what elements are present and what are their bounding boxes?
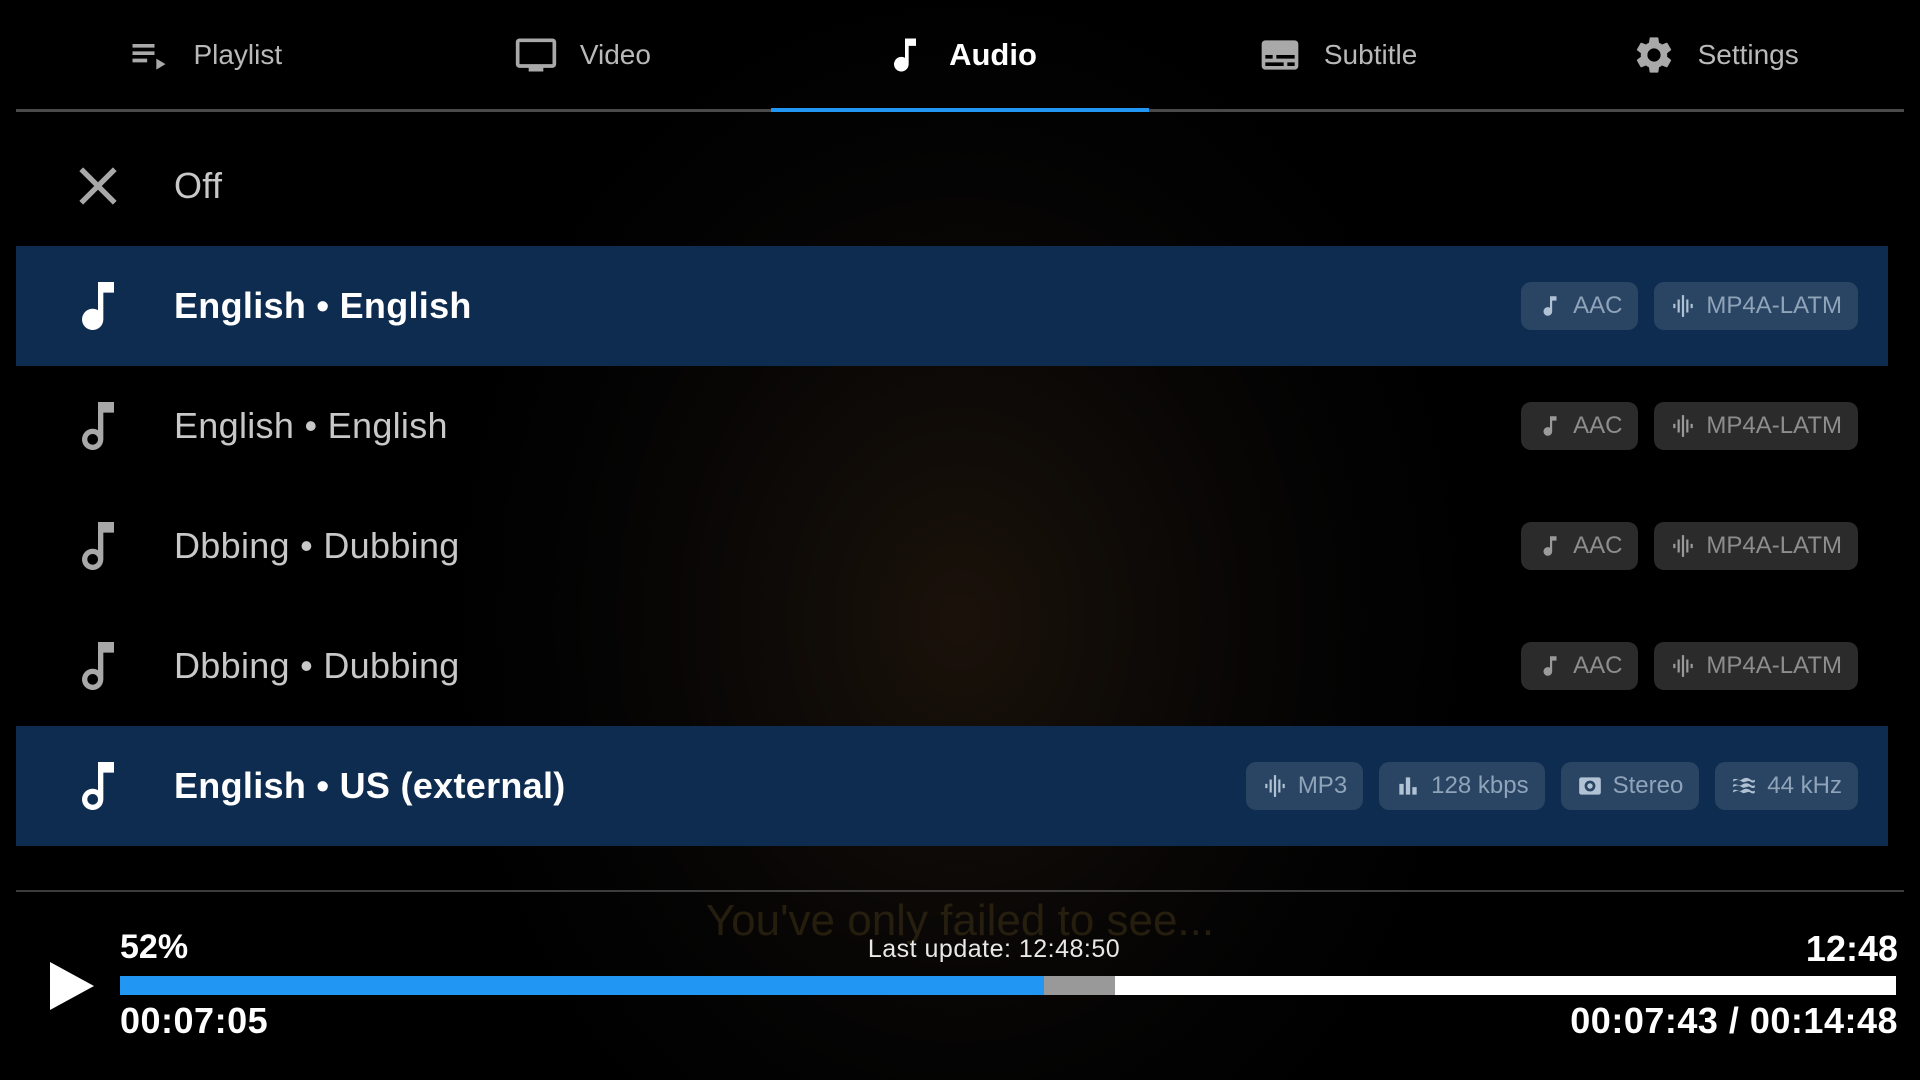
waveform-icon — [1673, 535, 1694, 557]
seek-bar-played — [120, 976, 1044, 995]
codec-chip: AAC — [1521, 642, 1639, 690]
track-info-chips: AAC MP4A-LATM — [1521, 402, 1858, 450]
chip-text: 128 kbps — [1431, 772, 1529, 799]
music-note-icon — [1543, 416, 1557, 436]
music-note-outline-icon — [82, 762, 114, 811]
elapsed-time: 00:07:05 — [120, 1000, 269, 1041]
gear-icon — [1636, 36, 1671, 73]
music-note-icon — [1543, 536, 1557, 556]
tab-video[interactable]: Video — [394, 0, 772, 109]
codec-chip: AAC — [1521, 282, 1639, 330]
format-chip: MP4A-LATM — [1654, 642, 1858, 690]
codec-chip: AAC — [1521, 402, 1639, 450]
seek-bar[interactable] — [120, 976, 1896, 995]
divider — [16, 890, 1904, 892]
track-label: English • English — [174, 285, 472, 326]
track-label: English • English — [174, 405, 448, 446]
chip-text: 44 kHz — [1767, 772, 1842, 799]
chip-text: MP3 — [1297, 772, 1348, 799]
play-icon — [50, 962, 94, 1010]
chip-text: MP4A-LATM — [1706, 412, 1842, 439]
tab-label: Video — [579, 38, 651, 70]
chip-text: AAC — [1573, 412, 1623, 439]
track-item[interactable]: English • US (external) MP3 128 kbps Ste… — [16, 726, 1888, 846]
music-note-icon — [1543, 656, 1557, 676]
clock: 12:48 — [1805, 928, 1898, 969]
chip-text: MP4A-LATM — [1706, 292, 1842, 319]
format-chip: MP4A-LATM — [1654, 282, 1858, 330]
track-info-chips: AAC MP4A-LATM — [1521, 282, 1858, 330]
tab-label: Settings — [1697, 38, 1799, 70]
chip-text: MP4A-LATM — [1706, 652, 1842, 679]
waveform-icon — [1673, 655, 1694, 677]
tab-label: Playlist — [193, 38, 283, 70]
track-item[interactable]: English • English AAC MP4A-LATM — [16, 366, 1888, 486]
chip-text: MP4A-LATM — [1706, 532, 1842, 559]
position-duration: 00:07:43 / 00:14:48 — [1570, 1000, 1898, 1041]
bitrate-chip: 128 kbps — [1379, 762, 1545, 810]
chip-text: AAC — [1573, 292, 1623, 319]
waveform-icon — [1673, 295, 1694, 317]
music-note-icon — [82, 282, 114, 331]
speaker-icon — [1578, 777, 1601, 795]
music-note-icon — [894, 38, 917, 72]
channels-chip: Stereo — [1560, 762, 1700, 810]
tab-audio[interactable]: Audio — [771, 0, 1149, 112]
player-audio-menu: Playlist Video Audio Subtitle Settings Y… — [0, 0, 1920, 1080]
format-chip: MP4A-LATM — [1654, 402, 1858, 450]
track-label: English • US (external) — [174, 765, 566, 806]
last-update: Last update: 12:48:50 — [867, 935, 1121, 963]
track-info-chips: MP3 128 kbps Stereo 44 kHz — [1245, 762, 1858, 810]
chip-text: AAC — [1573, 532, 1623, 559]
track-item[interactable]: English • English AAC MP4A-LATM — [16, 246, 1888, 366]
bar-chart-icon — [1399, 777, 1417, 795]
music-note-outline-icon — [82, 522, 114, 571]
track-item[interactable]: Dbbing • Dubbing AAC MP4A-LATM — [16, 606, 1888, 726]
subtitles-icon — [1261, 39, 1299, 70]
music-note-outline-icon — [82, 402, 114, 451]
track-label: Off — [174, 165, 223, 206]
play-button[interactable] — [46, 958, 98, 1014]
samplerate-chip: 44 kHz — [1715, 762, 1858, 810]
tab-label: Audio — [949, 36, 1037, 72]
chip-text: Stereo — [1612, 772, 1684, 799]
waveform-icon — [1673, 415, 1694, 437]
playlist-icon — [132, 43, 166, 70]
track-info-chips: AAC MP4A-LATM — [1521, 522, 1858, 570]
format-chip: MP4A-LATM — [1654, 522, 1858, 570]
waves-icon — [1733, 777, 1756, 794]
track-off[interactable]: Off — [16, 126, 1888, 246]
tab-subtitle[interactable]: Subtitle — [1149, 0, 1527, 109]
track-item[interactable]: Dbbing • Dubbing AAC MP4A-LATM — [16, 486, 1888, 606]
track-label: Dbbing • Dubbing — [174, 525, 460, 566]
music-note-outline-icon — [82, 642, 114, 691]
audio-track-list: Off English • English AAC MP4A-LATM Engl… — [16, 126, 1888, 846]
tab-bar: Playlist Video Audio Subtitle Settings — [16, 0, 1904, 112]
tab-label: Subtitle — [1323, 38, 1418, 70]
close-icon — [79, 167, 117, 205]
waveform-icon — [1265, 775, 1285, 797]
tab-playlist[interactable]: Playlist — [16, 0, 394, 109]
codec-chip: AAC — [1521, 522, 1639, 570]
format-chip: MP3 — [1245, 762, 1364, 810]
track-info-chips: AAC MP4A-LATM — [1521, 642, 1858, 690]
monitor-icon — [515, 38, 556, 71]
music-note-icon — [1543, 296, 1557, 316]
track-label: Dbbing • Dubbing — [174, 645, 460, 686]
chip-text: AAC — [1573, 652, 1623, 679]
tab-settings[interactable]: Settings — [1526, 0, 1904, 109]
